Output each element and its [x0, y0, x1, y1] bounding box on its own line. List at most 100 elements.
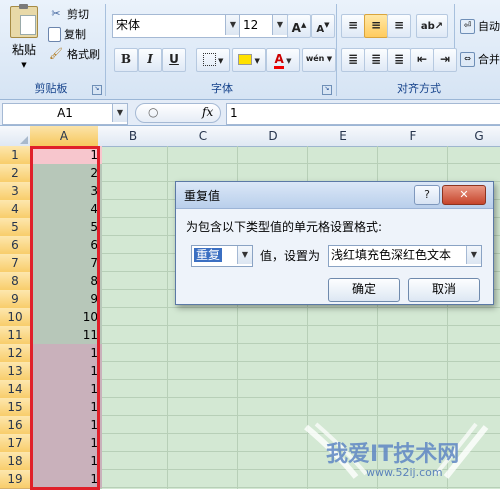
formula-bar: A1 ▼ ○ fx 1	[0, 100, 500, 126]
font-name-select[interactable]: 宋体 ▼	[112, 14, 241, 38]
set-as-label: 值，设置为	[260, 249, 321, 263]
column-header-f[interactable]: F	[378, 126, 449, 147]
chevron-down-icon: ▼	[225, 15, 240, 35]
row-header[interactable]: 19	[0, 470, 31, 489]
row-header[interactable]: 15	[0, 398, 31, 417]
watermark-url: www.52ij.com	[366, 466, 443, 479]
column-header-g[interactable]: G	[448, 126, 500, 147]
group-separator	[105, 4, 106, 96]
formula-controls: ○ fx	[135, 103, 221, 123]
column-header-b[interactable]: B	[98, 126, 169, 147]
increase-indent-button[interactable]: ⇥	[433, 48, 457, 72]
column-header-c[interactable]: C	[168, 126, 239, 147]
align-center-button[interactable]: ≣	[364, 48, 388, 72]
orientation-icon: ab↗	[420, 21, 444, 32]
fill-color-button[interactable]: ▼	[232, 48, 266, 72]
formula-input[interactable]: 1	[226, 103, 500, 125]
font-group-label: 字体	[211, 82, 233, 95]
help-button[interactable]: ?	[414, 185, 440, 205]
row-header[interactable]: 13	[0, 362, 31, 381]
bold-button[interactable]: B	[114, 48, 138, 72]
clipboard-dialog-launcher[interactable]: ↘	[92, 85, 102, 95]
border-button[interactable]: ▼	[196, 48, 230, 72]
circle-icon: ○	[148, 105, 159, 119]
row-header[interactable]: 17	[0, 434, 31, 453]
selection-outline	[30, 146, 100, 490]
italic-button[interactable]: I	[138, 48, 162, 72]
row-header[interactable]: 6	[0, 236, 31, 255]
row-header[interactable]: 5	[0, 218, 31, 237]
wrap-text-label: 自动	[478, 20, 500, 33]
formula-value: 1	[230, 106, 238, 120]
select-all-corner[interactable]	[0, 126, 31, 147]
chevron-down-icon: ▼	[237, 246, 252, 264]
row-header[interactable]: 4	[0, 200, 31, 219]
scissors-icon: ✂	[51, 7, 61, 20]
row-header[interactable]: 7	[0, 254, 31, 273]
decrease-indent-button[interactable]: ⇤	[410, 48, 434, 72]
chevron-down-icon: ▼	[21, 61, 27, 69]
wrap-text-button[interactable]: ⏎ 自动	[460, 18, 500, 34]
cut-button[interactable]: ✂ 剪切	[48, 6, 89, 22]
name-box[interactable]: A1 ▼	[2, 103, 128, 125]
row-header[interactable]: 12	[0, 344, 31, 363]
wrap-text-icon: ⏎	[460, 18, 475, 34]
group-separator	[454, 4, 455, 54]
phonetic-button[interactable]: wén ▼	[302, 48, 336, 72]
align-right-button[interactable]: ≣	[387, 48, 411, 72]
align-top-button[interactable]: ≡	[341, 14, 365, 38]
align-bottom-button[interactable]: ≡	[387, 14, 411, 38]
help-icon: ?	[424, 188, 430, 201]
group-separator	[336, 4, 337, 96]
align-bottom-icon: ≡	[393, 18, 405, 32]
grid-hline	[98, 397, 500, 398]
paste-label: 粘贴	[11, 43, 36, 57]
merge-button[interactable]: ⇔ 合并	[460, 51, 500, 67]
row-header[interactable]: 11	[0, 326, 31, 345]
column-header-a[interactable]: A	[30, 126, 99, 147]
format-painter-button[interactable]: 🖌 格式刷	[48, 46, 100, 62]
font-color-button[interactable]: A ▼	[266, 48, 300, 72]
phonetic-icon: wén	[305, 54, 325, 63]
cancel-label: 取消	[431, 282, 456, 296]
column-header-e[interactable]: E	[308, 126, 379, 147]
row-header[interactable]: 16	[0, 416, 31, 435]
underline-button[interactable]: U	[162, 48, 186, 72]
align-middle-icon: ≡	[370, 18, 382, 32]
row-header[interactable]: 14	[0, 380, 31, 399]
alignment-group-label: 对齐方式	[397, 82, 441, 95]
insert-function-icon[interactable]: fx	[202, 105, 213, 119]
row-header[interactable]: 9	[0, 290, 31, 309]
font-size-select[interactable]: 12 ▼	[239, 14, 288, 38]
paste-button[interactable]: 粘贴 ▼	[6, 4, 42, 69]
cancel-button[interactable]: 取消	[408, 278, 480, 302]
grow-font-button[interactable]: A▲	[287, 14, 311, 38]
grid-hline	[98, 361, 500, 362]
shrink-font-icon: A	[316, 24, 325, 35]
column-header-d[interactable]: D	[238, 126, 309, 147]
value-type-select[interactable]: 重复 ▼	[191, 245, 253, 267]
font-dialog-launcher[interactable]: ↘	[322, 85, 332, 95]
copy-icon	[48, 26, 61, 42]
underline-icon: U	[169, 52, 179, 66]
format-select[interactable]: 浅红填充色深红色文本 ▼	[328, 245, 482, 267]
orientation-button[interactable]: ab↗	[416, 14, 448, 38]
copy-button[interactable]: 复制	[48, 26, 86, 42]
align-middle-button[interactable]: ≡	[364, 14, 388, 38]
font-name-value: 宋体	[116, 18, 141, 32]
corner-triangle-icon	[20, 136, 28, 144]
row-header[interactable]: 2	[0, 164, 31, 183]
ok-button[interactable]: 确定	[328, 278, 400, 302]
row-header[interactable]: 18	[0, 452, 31, 471]
watermark-logo: 我爱IT技术网 www.52ij.com	[296, 422, 500, 489]
row-header[interactable]: 8	[0, 272, 31, 291]
row-header[interactable]: 1	[0, 146, 31, 165]
align-left-button[interactable]: ≣	[341, 48, 365, 72]
shrink-font-button[interactable]: A▼	[311, 14, 335, 38]
row-header[interactable]: 10	[0, 308, 31, 327]
dialog-titlebar[interactable]: 重复值 ? ✕	[176, 182, 493, 209]
close-button[interactable]: ✕	[442, 185, 486, 205]
merge-cells-icon: ⇔	[460, 51, 475, 67]
row-header[interactable]: 3	[0, 182, 31, 201]
align-right-icon: ≣	[393, 52, 405, 66]
